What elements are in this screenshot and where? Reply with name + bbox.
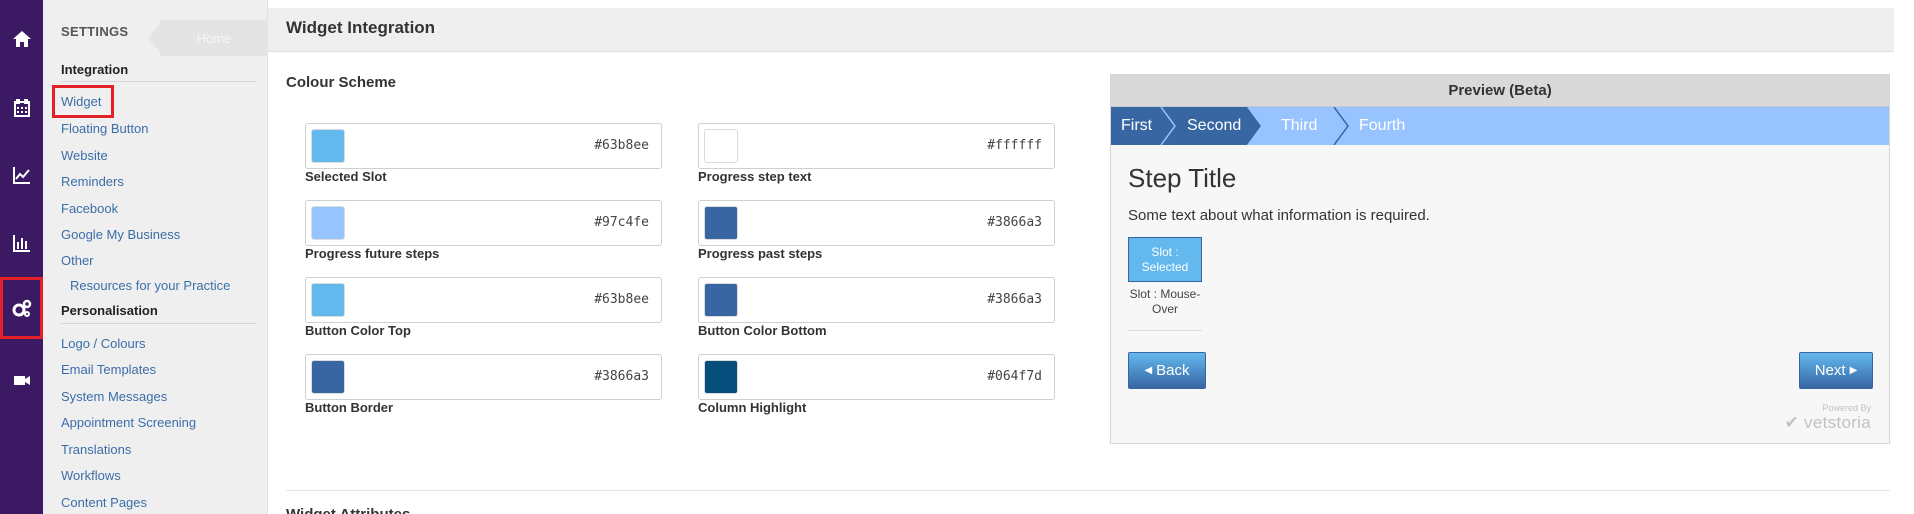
field-label: Selected Slot — [305, 169, 387, 184]
bar-chart-icon — [12, 235, 30, 252]
slot-mouse-over[interactable]: Slot : Mouse-Over — [1128, 285, 1202, 331]
button-color-top-field[interactable]: #63b8ee — [305, 277, 662, 323]
home-tooltip: Home — [148, 18, 268, 58]
rail-analytics[interactable] — [0, 155, 43, 195]
widget-attributes-title: Widget Attributes — [286, 506, 410, 514]
color-swatch[interactable] — [704, 360, 738, 394]
hex-value: #63b8ee — [594, 138, 649, 153]
field-label: Progress future steps — [305, 246, 440, 261]
divider — [61, 81, 257, 82]
slot-selected[interactable]: Slot : Selected — [1128, 237, 1202, 282]
sidebar-item-content-pages[interactable]: Content Pages — [61, 495, 147, 510]
field-label: Column Highlight — [698, 400, 807, 415]
progress-steps: First Second Third Fourth — [1111, 107, 1889, 145]
sidebar-item-website[interactable]: Website — [61, 148, 108, 163]
rail-home[interactable] — [0, 19, 43, 59]
widget-preview: Preview (Beta) First Second Third Fourth… — [1110, 74, 1890, 444]
color-swatch[interactable] — [311, 206, 345, 240]
brand-name: vetstoria — [1804, 413, 1871, 432]
rail-reports[interactable] — [0, 223, 43, 263]
next-button[interactable]: Next ▶ — [1799, 352, 1873, 389]
hex-value: #3866a3 — [987, 292, 1042, 307]
sidebar-title: SETTINGS — [61, 24, 129, 39]
sidebar-item-other[interactable]: Other — [61, 253, 94, 268]
colour-scheme-title: Colour Scheme — [286, 74, 397, 91]
powered-by: Powered By ✔ vetstoria — [1784, 403, 1871, 433]
step-second: Second — [1187, 117, 1242, 134]
powered-by-label: Powered By — [1822, 403, 1871, 413]
sidebar-item-resources[interactable]: Resources for your Practice — [70, 278, 230, 293]
back-button[interactable]: ◀ Back — [1128, 352, 1206, 389]
section-personalisation: Personalisation — [61, 303, 158, 318]
rail-calendar[interactable] — [0, 88, 43, 128]
video-camera-icon — [13, 376, 30, 385]
field-label: Progress past steps — [698, 246, 823, 261]
next-label: Next — [1814, 362, 1846, 379]
preview-title: Preview (Beta) — [1111, 75, 1889, 107]
field-label: Button Color Top — [305, 323, 411, 338]
icon-rail — [0, 0, 43, 514]
sidebar-item-appointment-screening[interactable]: Appointment Screening — [61, 415, 196, 430]
section-divider — [286, 490, 1890, 491]
step-first: First — [1121, 117, 1153, 134]
hex-value: #97c4fe — [594, 215, 649, 230]
sidebar-item-widget[interactable]: Widget — [51, 85, 115, 118]
caret-left-icon: ◀ — [1144, 365, 1153, 376]
sidebar-item-floating-button[interactable]: Floating Button — [61, 121, 148, 136]
step-third: Third — [1281, 117, 1318, 134]
caret-right-icon: ▶ — [1849, 365, 1858, 376]
sidebar-item-email-templates[interactable]: Email Templates — [61, 362, 156, 377]
button-border-field[interactable]: #3866a3 — [305, 354, 662, 400]
section-integration: Integration — [61, 62, 129, 77]
main-content: Widget Integration Colour Scheme #63b8ee… — [268, 0, 1914, 514]
page-header: Widget Integration — [268, 8, 1894, 52]
back-label: Back — [1156, 362, 1190, 379]
home-icon — [12, 31, 31, 47]
progress-step-text-field[interactable]: #ffffff — [698, 123, 1055, 169]
color-swatch[interactable] — [704, 129, 738, 163]
sidebar-item-facebook[interactable]: Facebook — [61, 201, 118, 216]
field-label: Button Border — [305, 400, 394, 415]
step-title: Step Title — [1128, 163, 1237, 193]
calendar-icon — [13, 99, 30, 117]
divider — [61, 323, 257, 324]
button-color-bottom-field[interactable]: #3866a3 — [698, 277, 1055, 323]
color-swatch[interactable] — [311, 360, 345, 394]
selected-slot-field[interactable]: #63b8ee — [305, 123, 662, 169]
line-chart-icon — [12, 167, 30, 184]
vetstoria-logo: ✔ vetstoria — [1784, 413, 1871, 433]
gears-icon — [12, 299, 31, 317]
rail-settings[interactable] — [0, 277, 43, 339]
color-swatch[interactable] — [704, 283, 738, 317]
step-description: Some text about what information is requ… — [1128, 207, 1430, 224]
color-swatch[interactable] — [311, 283, 345, 317]
field-label: Progress step text — [698, 169, 812, 184]
hex-value: #064f7d — [987, 369, 1042, 384]
page-title: Widget Integration — [286, 18, 436, 37]
column-highlight-field[interactable]: #064f7d — [698, 354, 1055, 400]
sidebar-item-translations[interactable]: Translations — [61, 442, 131, 457]
field-label: Button Color Bottom — [698, 323, 827, 338]
vetstoria-mark-icon: ✔ — [1784, 413, 1800, 432]
sidebar-item-google-my-business[interactable]: Google My Business — [61, 227, 180, 242]
rail-video[interactable] — [0, 360, 43, 400]
sidebar-item-logo-colours[interactable]: Logo / Colours — [61, 336, 146, 351]
settings-sidebar: SETTINGS Home Integration Widget Floatin… — [43, 0, 268, 514]
sidebar-item-workflows[interactable]: Workflows — [61, 468, 121, 483]
hex-value: #3866a3 — [987, 215, 1042, 230]
progress-past-steps-field[interactable]: #3866a3 — [698, 200, 1055, 246]
hex-value: #ffffff — [987, 138, 1042, 153]
hex-value: #63b8ee — [594, 292, 649, 307]
sidebar-item-system-messages[interactable]: System Messages — [61, 389, 167, 404]
step-fourth: Fourth — [1359, 117, 1406, 134]
color-swatch[interactable] — [704, 206, 738, 240]
color-swatch[interactable] — [311, 129, 345, 163]
sidebar-item-reminders[interactable]: Reminders — [61, 174, 124, 189]
progress-future-steps-field[interactable]: #97c4fe — [305, 200, 662, 246]
hex-value: #3866a3 — [594, 369, 649, 384]
